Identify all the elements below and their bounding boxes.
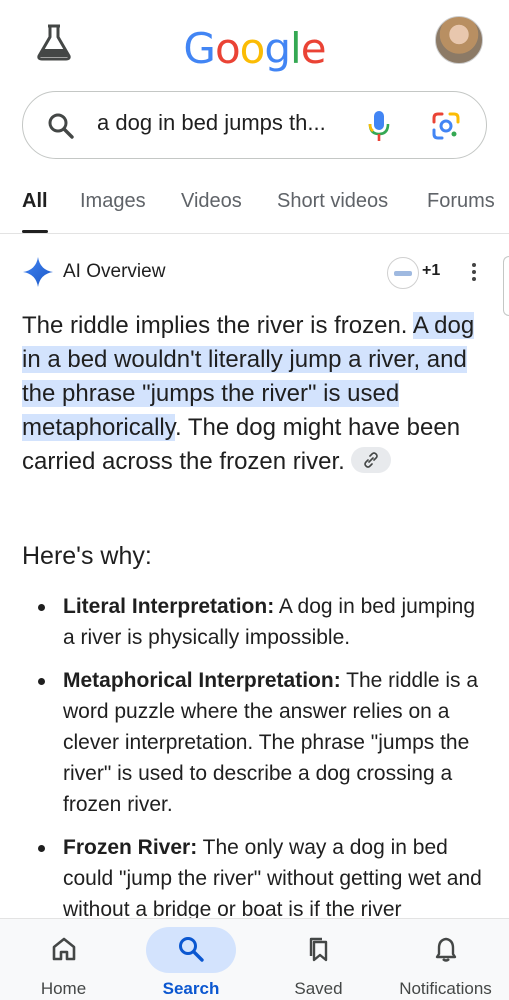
nav-notifications-label: Notifications <box>399 979 492 998</box>
home-icon <box>52 937 75 961</box>
google-logo: Google <box>0 24 509 73</box>
source-favicon[interactable] <box>387 257 419 289</box>
google-lens-icon[interactable] <box>431 111 461 141</box>
answer-text: The riddle implies the river is frozen. <box>22 312 413 339</box>
why-heading: Here's why: <box>22 542 152 570</box>
link-chip[interactable] <box>350 447 391 473</box>
microphone-icon[interactable] <box>365 110 393 142</box>
logo-letter: g <box>264 24 291 73</box>
tab-forums[interactable]: Forums <box>427 190 495 213</box>
logo-letter: o <box>214 24 241 73</box>
tab-images[interactable]: Images <box>80 190 146 213</box>
search-icon <box>179 937 204 962</box>
logo-letter: l <box>290 24 302 73</box>
nav-search-label: Search <box>162 979 220 998</box>
active-tab-indicator <box>22 230 48 233</box>
nav-home[interactable]: Home <box>0 919 127 1000</box>
bottom-navigation: Home Search Saved Notifications <box>0 918 509 1000</box>
logo-letter: G <box>183 24 216 73</box>
link-icon <box>364 452 378 468</box>
bell-icon <box>435 937 456 962</box>
nav-home-label: Home <box>40 979 87 998</box>
bullet-term: Metaphorical Interpretation: <box>63 669 341 692</box>
source-count[interactable]: +1 <box>422 262 440 280</box>
profile-avatar[interactable] <box>435 16 483 64</box>
reason-list: Literal Interpretation: A dog in bed jum… <box>22 591 488 937</box>
search-tabs: All Images Videos Short videos Forums <box>0 180 509 234</box>
ai-overview-title: AI Overview <box>63 261 166 282</box>
bullet-term: Literal Interpretation: <box>63 595 275 618</box>
sparkle-icon <box>23 257 53 287</box>
more-options-icon[interactable] <box>468 260 480 286</box>
nav-saved[interactable]: Saved <box>255 919 382 1000</box>
ai-answer: The riddle implies the river is frozen. … <box>22 309 484 479</box>
tab-videos[interactable]: Videos <box>181 190 242 213</box>
search-query[interactable]: a dog in bed jumps th... <box>97 110 326 136</box>
side-panel-tab[interactable] <box>503 256 509 316</box>
ai-overview-header: AI Overview +1 <box>22 256 492 290</box>
list-item: Metaphorical Interpretation: The riddle … <box>22 665 488 820</box>
search-icon <box>48 113 74 139</box>
tab-all[interactable]: All <box>22 190 48 213</box>
search-box[interactable]: a dog in bed jumps th... <box>22 91 487 159</box>
list-item: Literal Interpretation: A dog in bed jum… <box>22 591 488 653</box>
top-bar: Google <box>0 0 509 90</box>
list-item: Frozen River: The only way a dog in bed … <box>22 832 488 925</box>
nav-notifications[interactable]: Notifications <box>382 919 509 1000</box>
logo-letter: o <box>239 24 266 73</box>
logo-letter: e <box>300 24 327 73</box>
nav-saved-label: Saved <box>294 979 343 998</box>
bullet-term: Frozen River: <box>63 836 198 859</box>
nav-search[interactable]: Search <box>127 919 255 1000</box>
tab-short-videos[interactable]: Short videos <box>277 190 388 213</box>
saved-icon <box>309 937 327 962</box>
